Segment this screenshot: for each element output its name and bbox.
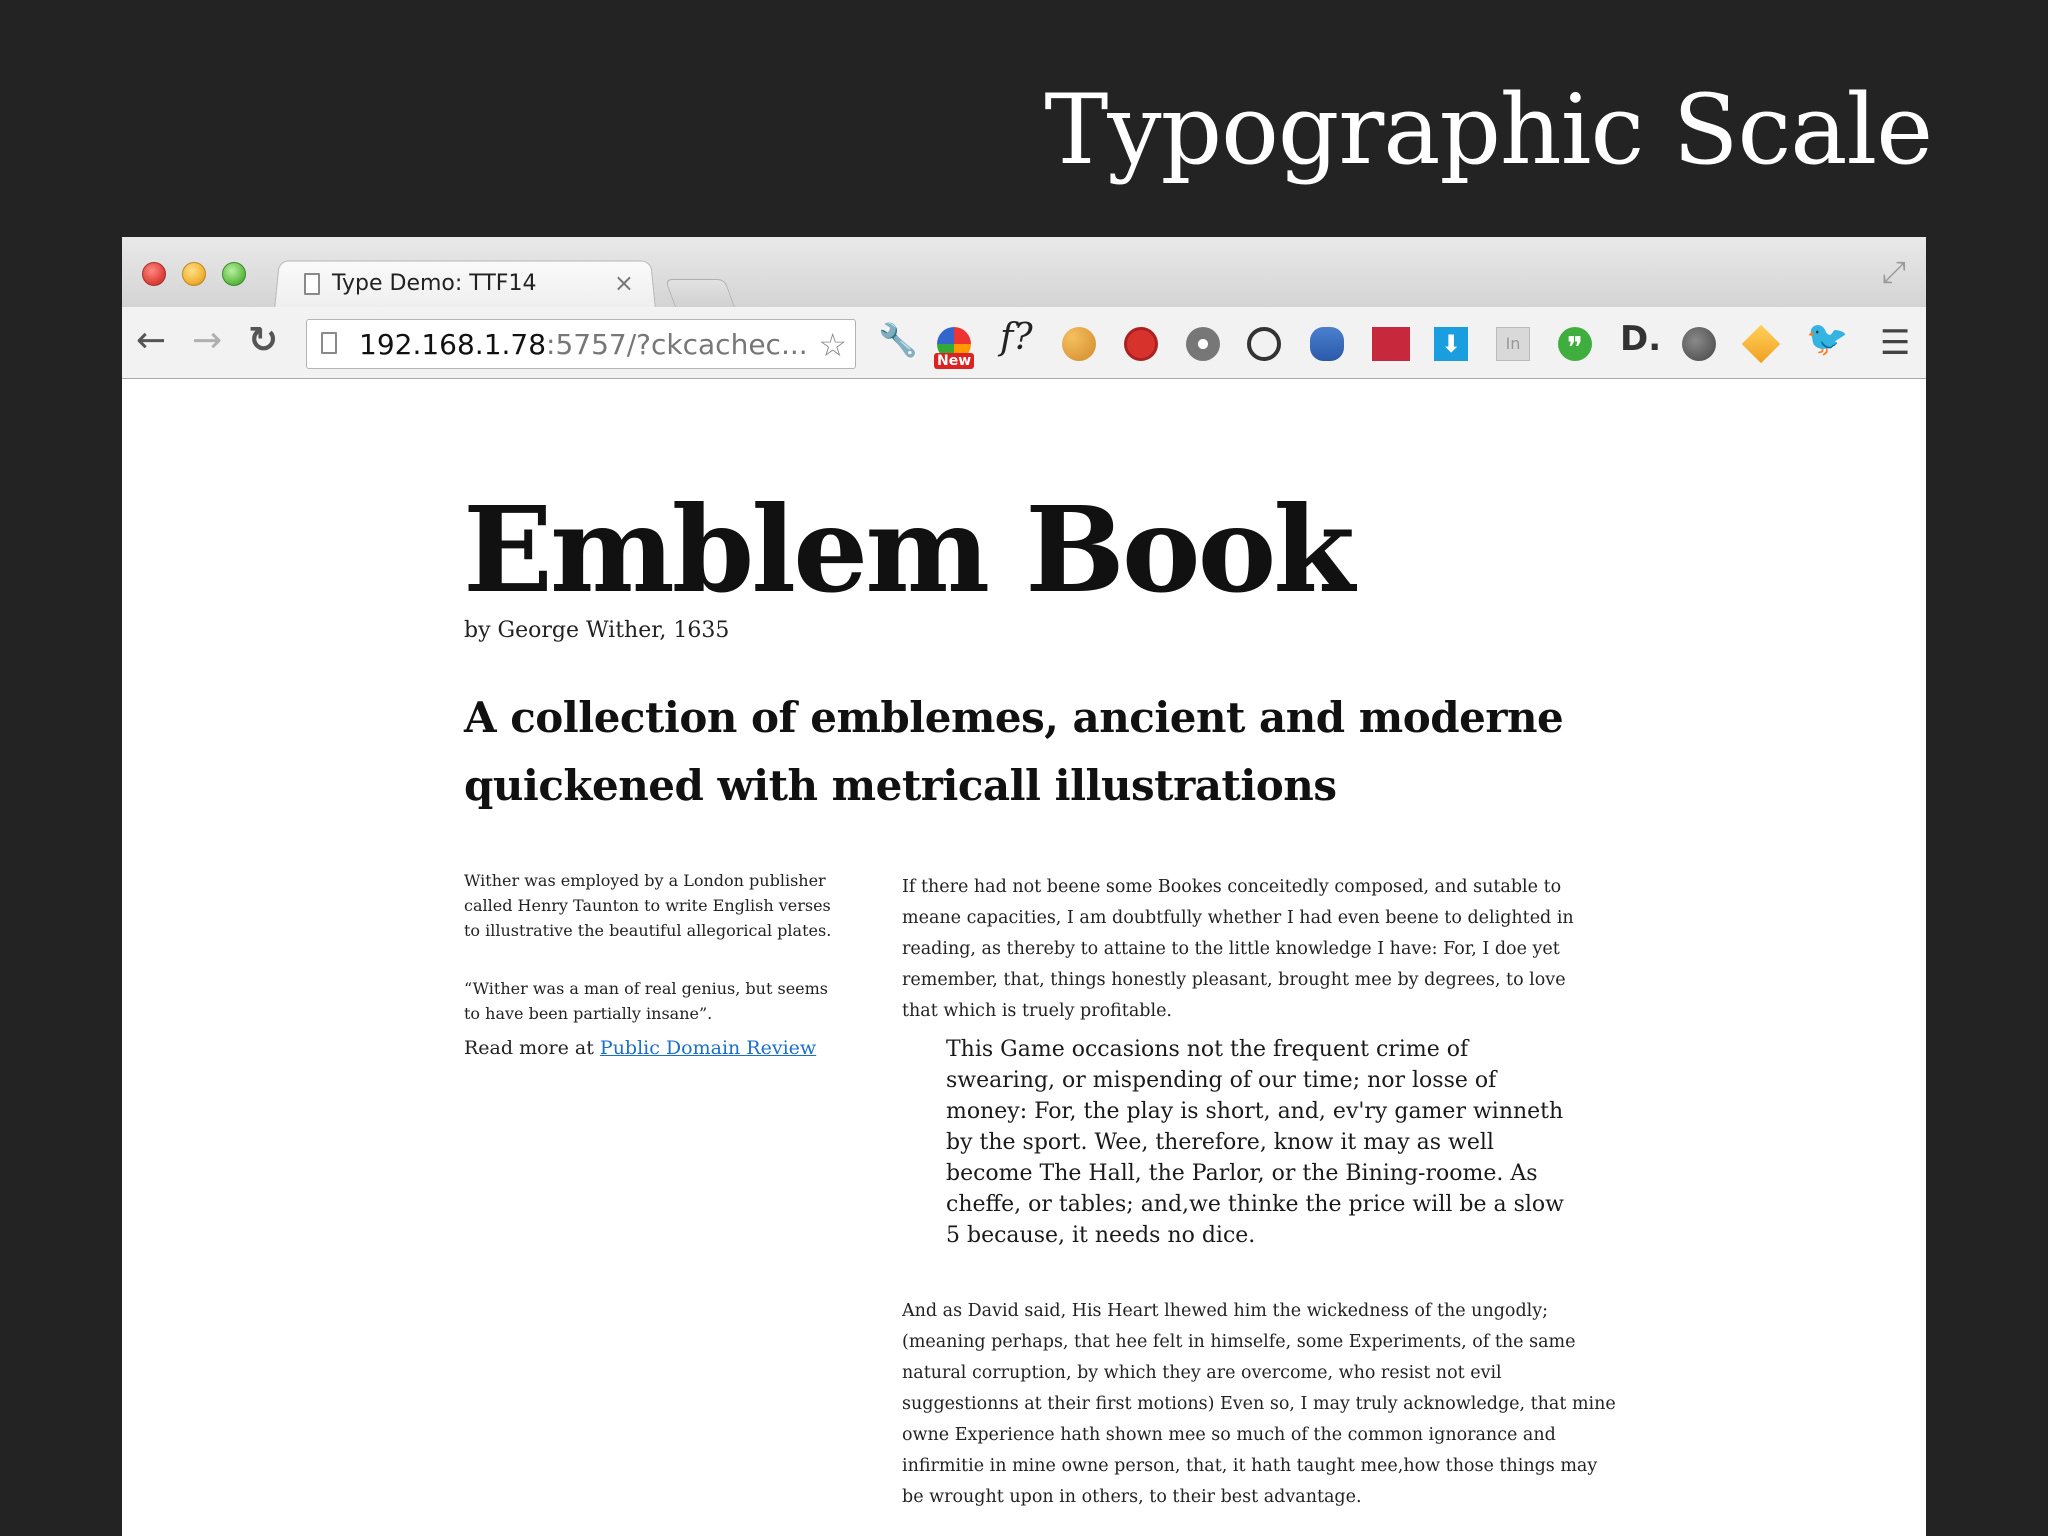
- forward-button[interactable]: →: [192, 319, 222, 363]
- browser-titlebar: Type Demo: TTF14 × ⤢: [122, 237, 1926, 310]
- byline: by George Wither, 1635: [464, 618, 730, 643]
- close-window-button[interactable]: [142, 262, 166, 286]
- box-extension-icon[interactable]: [1741, 324, 1781, 364]
- quote-extension-icon[interactable]: ❞: [1558, 327, 1592, 366]
- new-badge: New: [934, 353, 975, 369]
- public-domain-review-link[interactable]: Public Domain Review: [600, 1037, 816, 1059]
- adblock-extension-icon[interactable]: [1124, 327, 1158, 361]
- url-path: :5757/?ckcachec...: [546, 328, 808, 361]
- body-paragraph-2: And as David said, His Heart lhewed him …: [902, 1301, 1616, 1507]
- read-more-prefix: Read more at: [464, 1037, 600, 1059]
- in-extension-icon[interactable]: In: [1496, 327, 1530, 361]
- new-tab-button[interactable]: [664, 279, 736, 308]
- zoom-window-button[interactable]: [222, 262, 246, 286]
- read-more: Read more at Public Domain Review: [464, 1036, 844, 1061]
- page-content: Emblem Book by George Wither, 1635 A col…: [122, 379, 1926, 1536]
- url-host: 192.168.1.78: [359, 328, 547, 361]
- sidebar-quote: “Wither was a man of real genius, but se…: [464, 979, 829, 1023]
- database-extension-icon[interactable]: [1310, 327, 1344, 361]
- subtitle: A collection of emblemes, ancient and mo…: [464, 693, 1564, 810]
- sync-extension-icon[interactable]: [1247, 327, 1281, 361]
- fullscreen-icon[interactable]: ⤢: [1882, 255, 1906, 290]
- book-title: Emblem Book: [463, 480, 1355, 619]
- menu-icon[interactable]: ☰: [1880, 323, 1910, 363]
- page-info-icon[interactable]: [321, 332, 337, 354]
- address-bar[interactable]: 192.168.1.78:5757/?ckcachec... ☆: [306, 319, 856, 369]
- d-extension-icon[interactable]: D.: [1620, 319, 1661, 359]
- block-quote: This Game occasions not the frequent cri…: [946, 1037, 1564, 1248]
- ball-extension-icon[interactable]: [1682, 327, 1716, 361]
- browser-toolbar: ← → ↻ 192.168.1.78:5757/?ckcachec... ☆ 🔧…: [122, 307, 1926, 379]
- download-extension-icon[interactable]: ⬇: [1434, 327, 1468, 361]
- slide-title: Typographic Scale: [1044, 74, 1933, 186]
- cookie-extension-icon[interactable]: [1062, 327, 1096, 361]
- tab-type-demo[interactable]: Type Demo: TTF14 ×: [274, 259, 654, 309]
- close-tab-icon[interactable]: ×: [614, 269, 634, 297]
- back-button[interactable]: ←: [136, 319, 166, 363]
- browser-window: Type Demo: TTF14 × ⤢ ← → ↻ 192.168.1.78:…: [122, 237, 1926, 1536]
- sidebar-paragraph: Wither was employed by a London publishe…: [464, 871, 832, 940]
- tab-label: Type Demo: TTF14: [332, 271, 537, 296]
- grid-extension-icon[interactable]: [1372, 327, 1410, 361]
- address-url[interactable]: 192.168.1.78:5757/?ckcachec...: [359, 328, 808, 361]
- bird-extension-icon[interactable]: 🐦: [1806, 319, 1848, 359]
- font-finder-extension-icon[interactable]: f?: [1000, 317, 1033, 358]
- minimize-window-button[interactable]: [182, 262, 206, 286]
- gear-extension-icon[interactable]: [1186, 327, 1220, 361]
- document-icon: [304, 273, 320, 295]
- wrench-extension-icon[interactable]: 🔧: [878, 321, 918, 359]
- body-paragraph: If there had not beene some Bookes conce…: [902, 877, 1574, 1021]
- reload-button[interactable]: ↻: [248, 319, 278, 363]
- bookmark-star-icon[interactable]: ☆: [818, 326, 847, 364]
